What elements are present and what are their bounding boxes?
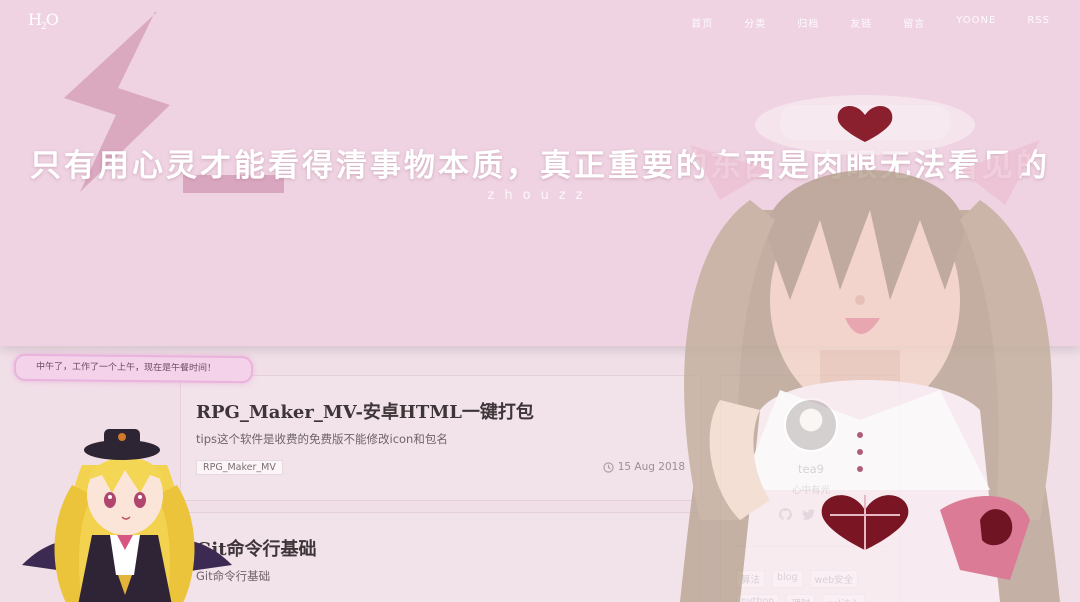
post-excerpt: Git命令行基础 [196,569,271,583]
nav-home[interactable]: 首页 [691,15,713,30]
main-nav: 首页 分类 归档 友链 留言 YOONE RSS [660,15,1050,30]
social-links: 简 [779,508,837,525]
post-date: 15 Aug 2018 [603,461,685,473]
hero-header: H2O 首页 分类 归档 友链 留言 YOONE RSS 只有用心灵才能看得清事… [0,0,1080,346]
github-icon[interactable] [779,508,792,521]
profile-motto: 心中有光 [791,485,830,496]
post-excerpt: tips这个软件是收费的免费版不能修改icon和包名 [196,432,448,446]
hero-subtitle: zhouzz [487,188,593,203]
clock-icon [603,461,614,473]
nav-friends[interactable]: 友链 [850,15,872,30]
mascot-speech-bubble: 中午了，工作了一个上午，现在是午餐时间！ [13,353,254,384]
nav-archives[interactable]: 归档 [797,15,819,30]
tag-item[interactable]: sql注入 [822,594,865,602]
tag-item[interactable]: 理财 [786,594,816,602]
nav-rss[interactable]: RSS [1027,15,1050,30]
profile-name: tea9 [798,462,824,476]
divider [736,546,886,547]
avatar[interactable] [784,398,838,452]
post-title[interactable]: RPG_Maker_MV-安卓HTML一键打包 [196,398,534,424]
hero-title: 只有用心灵才能看得清事物本质，真正重要的东西是肉眼无法看见的 [30,148,1050,184]
post-tag[interactable]: RPG_Maker_MV [196,460,283,475]
nav-guestbook[interactable]: 留言 [903,15,925,30]
post-date-text: 15 Aug 2018 [617,461,685,473]
nav-yoone[interactable]: YOONE [956,15,996,30]
nav-categories[interactable]: 分类 [744,15,766,30]
profile-sidebar: tea9 心中有光 简 算法 blog web安全 python 理财 sql注… [720,375,900,602]
twitter-icon[interactable] [802,508,815,521]
tag-item[interactable]: web安全 [809,570,859,588]
tag-item[interactable]: 算法 [736,570,766,588]
tag-item[interactable]: python [736,594,780,602]
tag-cloud: 算法 blog web安全 python 理财 sql注入 [736,570,896,602]
post-card: RPG_Maker_MV-安卓HTML一键打包 tips这个软件是收费的免费版不… [180,375,701,501]
site-logo[interactable]: H2O [28,10,59,32]
jianshu-icon[interactable]: 简 [825,508,837,525]
post-card: Git命令行基础 Git命令行基础 [180,512,701,602]
tag-item[interactable]: blog [772,570,803,588]
post-title[interactable]: Git命令行基础 [196,535,317,561]
